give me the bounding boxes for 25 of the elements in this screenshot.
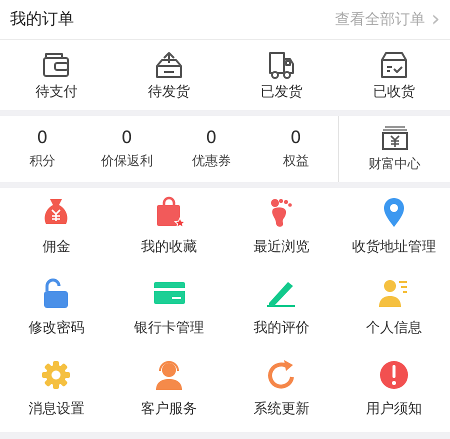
order-status-button[interactable]: 已发货 <box>225 40 338 110</box>
service-button[interactable]: 银行卡管理 <box>112 269 225 351</box>
section-title: 我的订单 <box>10 9 74 30</box>
service-button[interactable]: 个人信息 <box>338 269 450 351</box>
order-status-button[interactable]: 待支付 <box>0 40 112 110</box>
box-upload-icon <box>154 50 184 80</box>
stat-button[interactable]: 0 价保返利 <box>84 116 169 182</box>
stat-button[interactable]: 0 优惠券 <box>169 116 254 182</box>
service-button[interactable]: 收货地址管理 <box>338 188 450 270</box>
service-button[interactable]: 修改密码 <box>0 269 112 351</box>
service-button[interactable]: 客户服务 <box>112 350 225 432</box>
stat-button[interactable]: 0 权益 <box>254 116 338 182</box>
yen-card-icon <box>380 125 410 151</box>
service-button[interactable]: 我的收藏 <box>112 188 225 270</box>
service-button[interactable]: 消息设置 <box>0 350 112 432</box>
service-button[interactable]: 用户须知 <box>338 350 450 432</box>
order-status-button[interactable]: 待发货 <box>112 40 225 110</box>
service-button[interactable]: 系统更新 <box>225 350 338 432</box>
order-status-button[interactable]: 已收货 <box>338 40 450 110</box>
service-button[interactable]: 最近浏览 <box>225 188 338 270</box>
truck-icon <box>266 50 296 80</box>
stat-button[interactable]: 0 积分 <box>0 116 84 182</box>
service-button[interactable]: 佣金 <box>0 188 112 270</box>
box-check-icon <box>378 50 409 80</box>
service-button[interactable]: 我的评价 <box>225 269 338 351</box>
